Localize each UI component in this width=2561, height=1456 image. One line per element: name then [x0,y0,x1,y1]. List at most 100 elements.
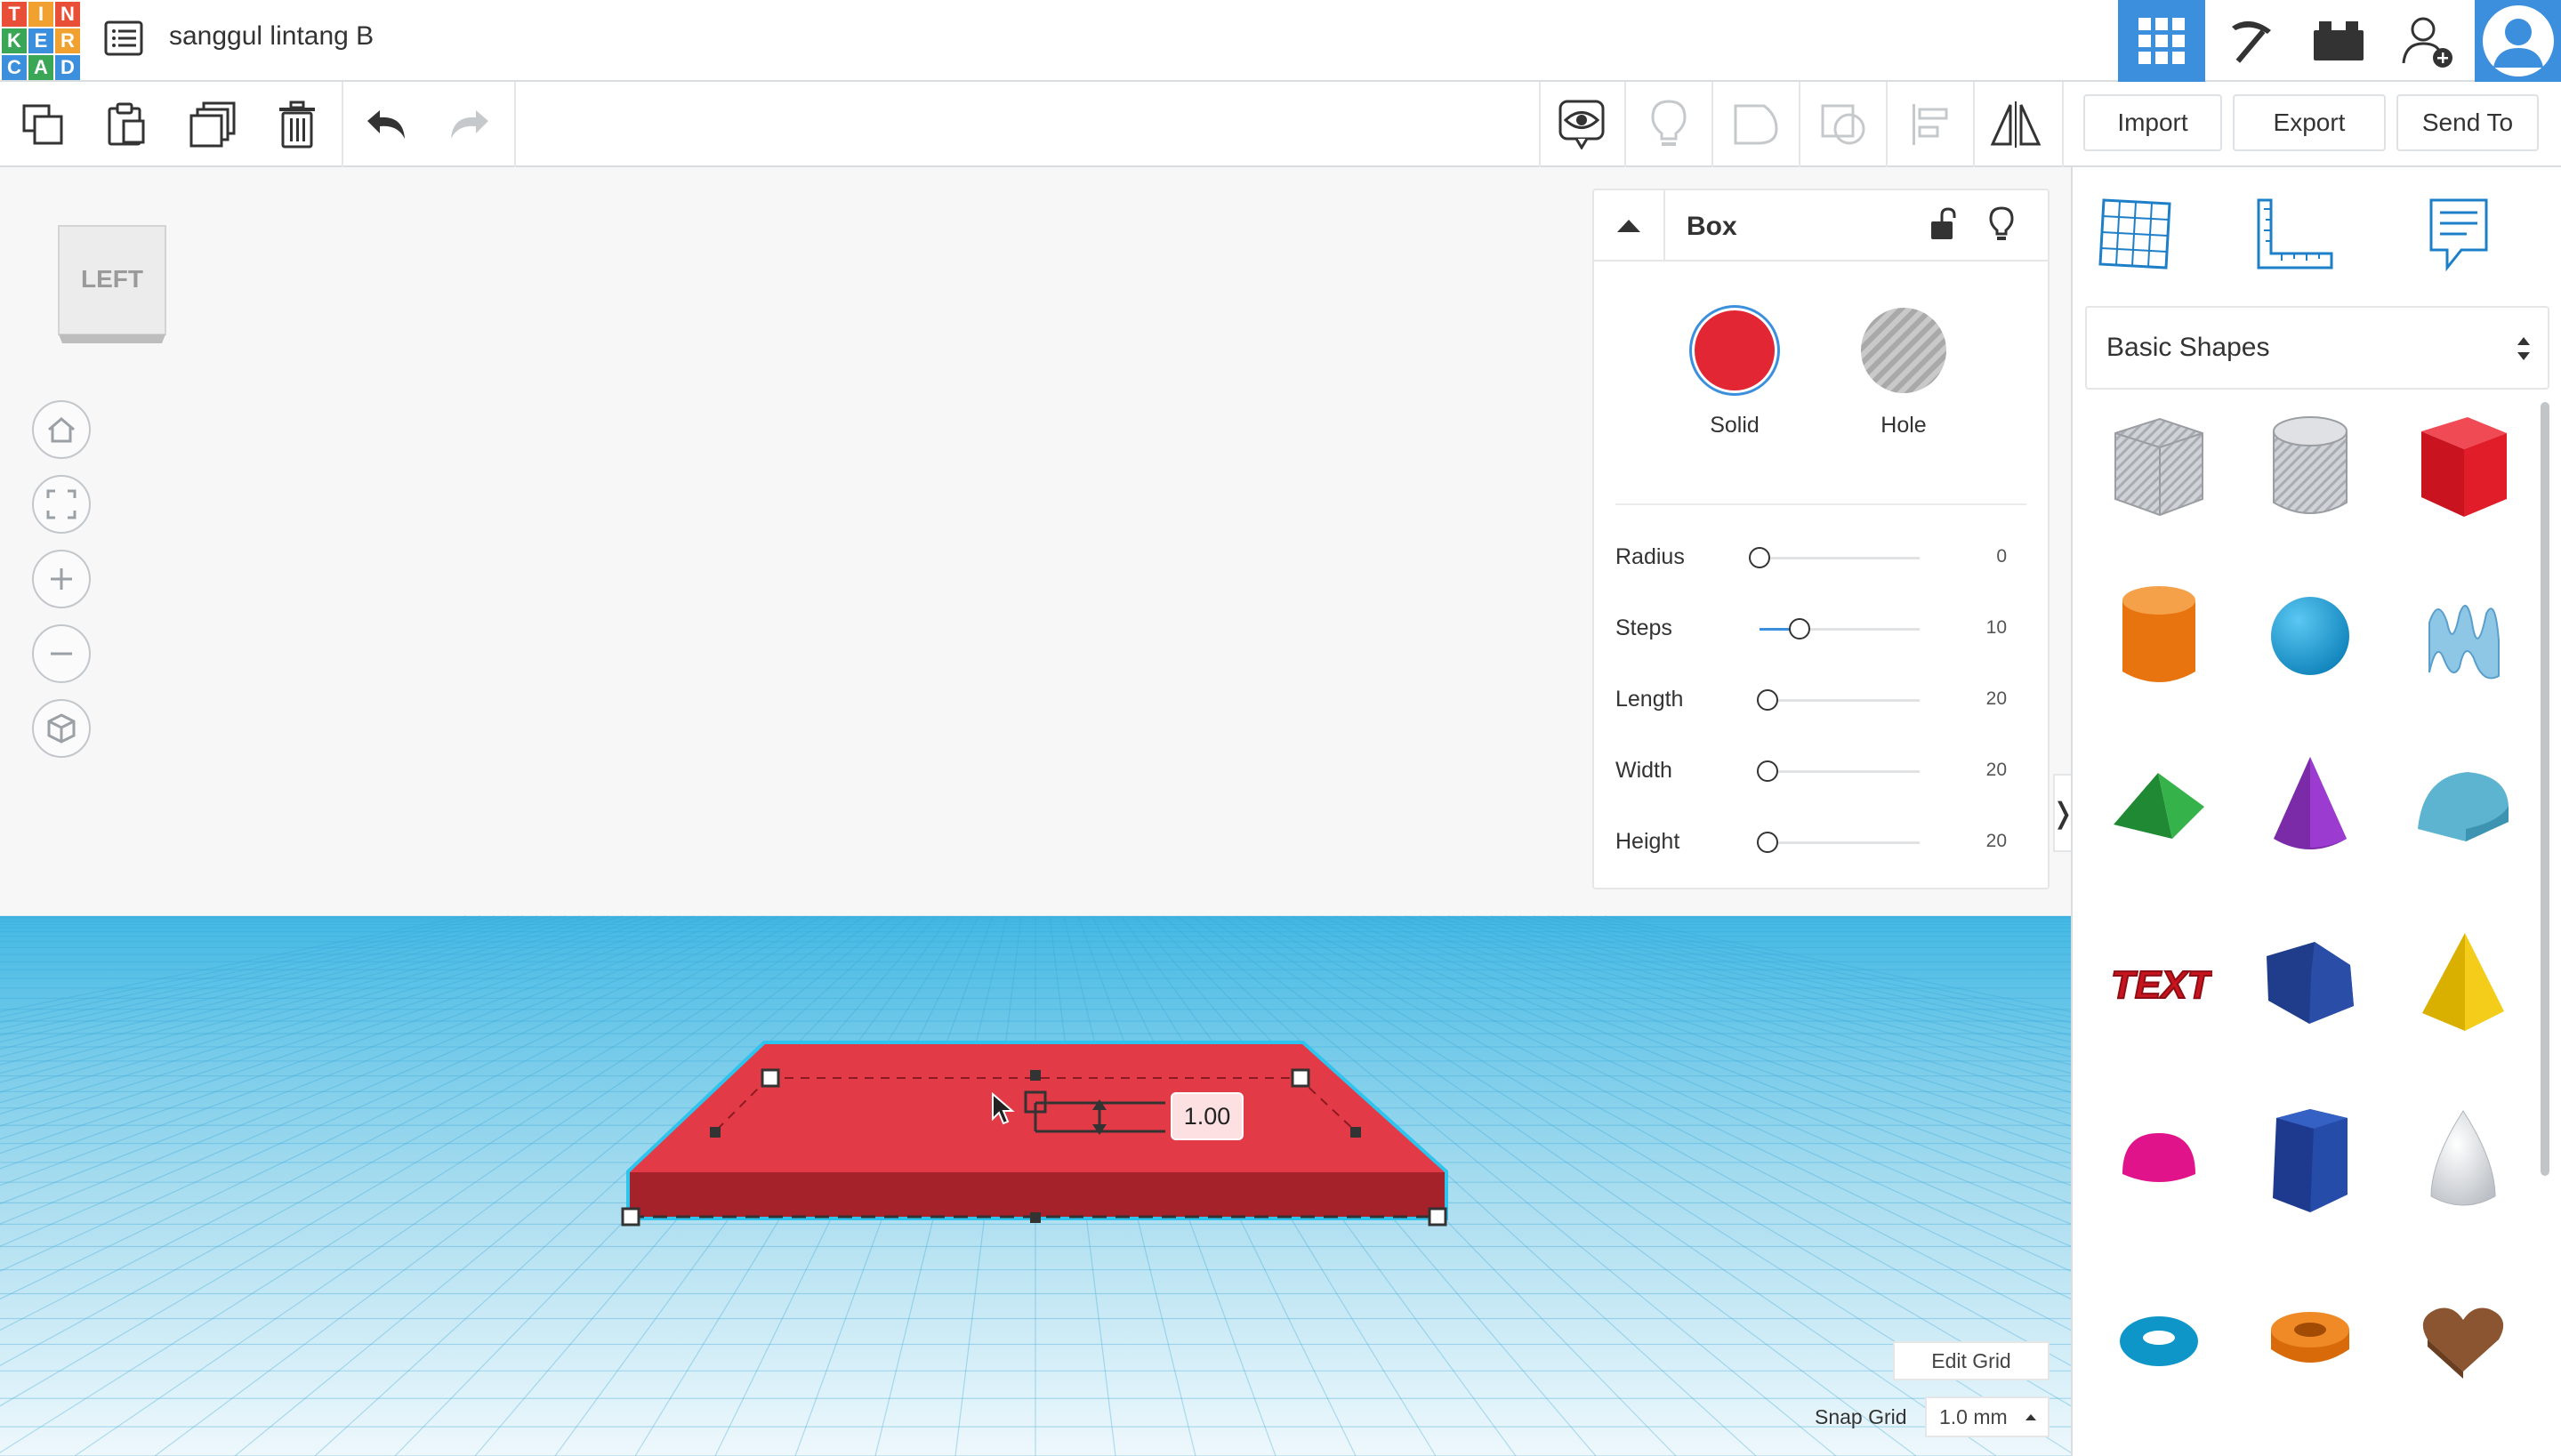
export-button[interactable]: Export [2233,94,2386,151]
hexagonal-prism-shape[interactable] [2252,1103,2368,1219]
roof-shape[interactable] [2101,749,2217,865]
text-shape[interactable]: TEXT [2101,925,2217,1041]
tinkercad-logo[interactable]: T I N K E R C A D [2,2,80,80]
half-sphere-shape[interactable] [2101,1103,2217,1219]
property-value[interactable]: 20 [1986,831,2007,852]
corner-handle[interactable] [1428,1207,1447,1227]
slider-knob[interactable] [1789,618,1810,640]
torus-shape[interactable] [2101,1283,2217,1398]
scribble-shape[interactable] [2405,578,2521,694]
paraboloid-icon [2430,1110,2496,1206]
edit-grid-button[interactable]: Edit Grid [1893,1341,2050,1380]
duplicate-button[interactable] [187,98,240,151]
workplane-tab[interactable] [2082,185,2188,283]
light-button[interactable] [1642,98,1695,151]
cylinder-shape[interactable] [2101,578,2217,694]
round-roof-shape[interactable] [2405,749,2521,865]
property-steps: Steps 10 [1594,615,2048,669]
fit-view-button[interactable] [32,475,91,534]
redo-button[interactable] [443,98,496,151]
shape-name[interactable]: Box [1687,212,1737,242]
ungroup-button[interactable] [1816,98,1870,151]
box-shape[interactable] [2405,409,2521,525]
zoom-out-button[interactable] [32,624,91,683]
perspective-toggle-button[interactable] [32,699,91,758]
sphere-shape[interactable] [2252,578,2368,694]
property-value[interactable]: 20 [1986,760,2007,781]
shape-inspector-panel: Box Solid Hole Radius 0 Steps 10 Length … [1592,189,2050,889]
edge-handle[interactable] [710,1127,721,1138]
slider-knob[interactable] [1749,547,1770,568]
bricks-view-button[interactable] [2295,0,2382,82]
width-slider[interactable] [1757,760,1920,782]
polygon-shape[interactable] [2252,925,2368,1041]
light-toggle-button[interactable] [1982,205,2021,244]
property-value[interactable]: 0 [1996,546,2007,567]
import-button[interactable]: Import [2083,94,2222,151]
paste-icon [108,102,145,146]
unlock-icon [1931,207,1956,239]
length-slider[interactable] [1757,689,1920,711]
show-all-button[interactable] [1555,98,1608,151]
edge-handle[interactable] [1350,1127,1361,1138]
copy-button[interactable] [16,98,69,151]
shape-library-select[interactable]: Basic Shapes [2085,306,2549,390]
slider-knob[interactable] [1757,832,1778,853]
property-value[interactable]: 10 [1986,617,2007,639]
snap-grid-select[interactable]: 1.0 mm [1925,1396,2050,1437]
pyramid-shape[interactable] [2405,925,2521,1041]
cone-shape[interactable] [2252,749,2368,865]
paraboloid-shape[interactable] [2405,1103,2521,1219]
corner-handle[interactable] [761,1068,780,1088]
collapse-inspector-button[interactable] [1594,190,1665,261]
cylinder-hole-shape[interactable] [2252,409,2368,525]
workplane-viewport[interactable]: 1.00 LEFT Box Solid Hole Radius 0 Steps … [0,167,2071,1456]
box-hole-shape[interactable] [2101,409,2217,525]
logo-letter: E [28,28,53,53]
design-list-button[interactable] [101,16,146,60]
zoom-in-button[interactable] [32,550,91,608]
3d-design-view-button[interactable] [2118,0,2205,82]
slider-knob[interactable] [1757,689,1778,711]
corner-handle[interactable] [621,1207,640,1227]
delete-button[interactable] [270,98,324,151]
edit-toolbar: Import Export Send To [0,82,2561,167]
invite-user-button[interactable] [2384,0,2471,82]
corner-handle[interactable] [1291,1068,1310,1088]
property-value[interactable]: 20 [1986,688,2007,710]
mirror-button[interactable] [1989,98,2042,151]
notes-tab[interactable] [2405,185,2512,283]
radius-slider[interactable] [1749,547,1920,568]
ungroup-icon [1821,104,1865,145]
undo-button[interactable] [359,98,413,151]
solid-color-button[interactable] [1692,308,1777,393]
heart-shape[interactable] [2405,1283,2521,1398]
height-slider[interactable] [1757,832,1920,853]
paste-button[interactable] [100,98,153,151]
ruler-tab[interactable] [2242,185,2348,283]
lock-button[interactable] [1923,205,1962,244]
project-title[interactable]: sanggul lintang B [169,21,374,52]
hole-button[interactable] [1861,308,1946,393]
collapse-shapes-panel-button[interactable]: ❭ [2051,774,2071,852]
dimension-label[interactable]: 1.00 [1171,1092,1244,1140]
plus-icon [51,568,72,590]
slider-knob[interactable] [1757,760,1778,782]
tube-shape[interactable] [2252,1283,2368,1398]
view-cube[interactable]: LEFT [57,224,167,343]
group-icon [1734,104,1778,145]
edge-handle[interactable] [1030,1070,1041,1081]
mouse-cursor-icon [992,1092,1015,1125]
red-box-icon [2421,417,2507,517]
edge-handle[interactable] [1030,1212,1041,1223]
steps-slider[interactable] [1760,618,1920,640]
blocks-view-button[interactable] [2206,0,2293,82]
align-button[interactable] [1904,98,1957,151]
toolbar-divider [1886,82,1888,167]
shapes-scrollbar[interactable] [2541,402,2549,1176]
copy-icon [22,104,63,145]
group-button[interactable] [1729,98,1783,151]
home-view-button[interactable] [32,400,91,459]
send-to-button[interactable]: Send To [2396,94,2539,151]
user-avatar[interactable] [2475,0,2561,82]
